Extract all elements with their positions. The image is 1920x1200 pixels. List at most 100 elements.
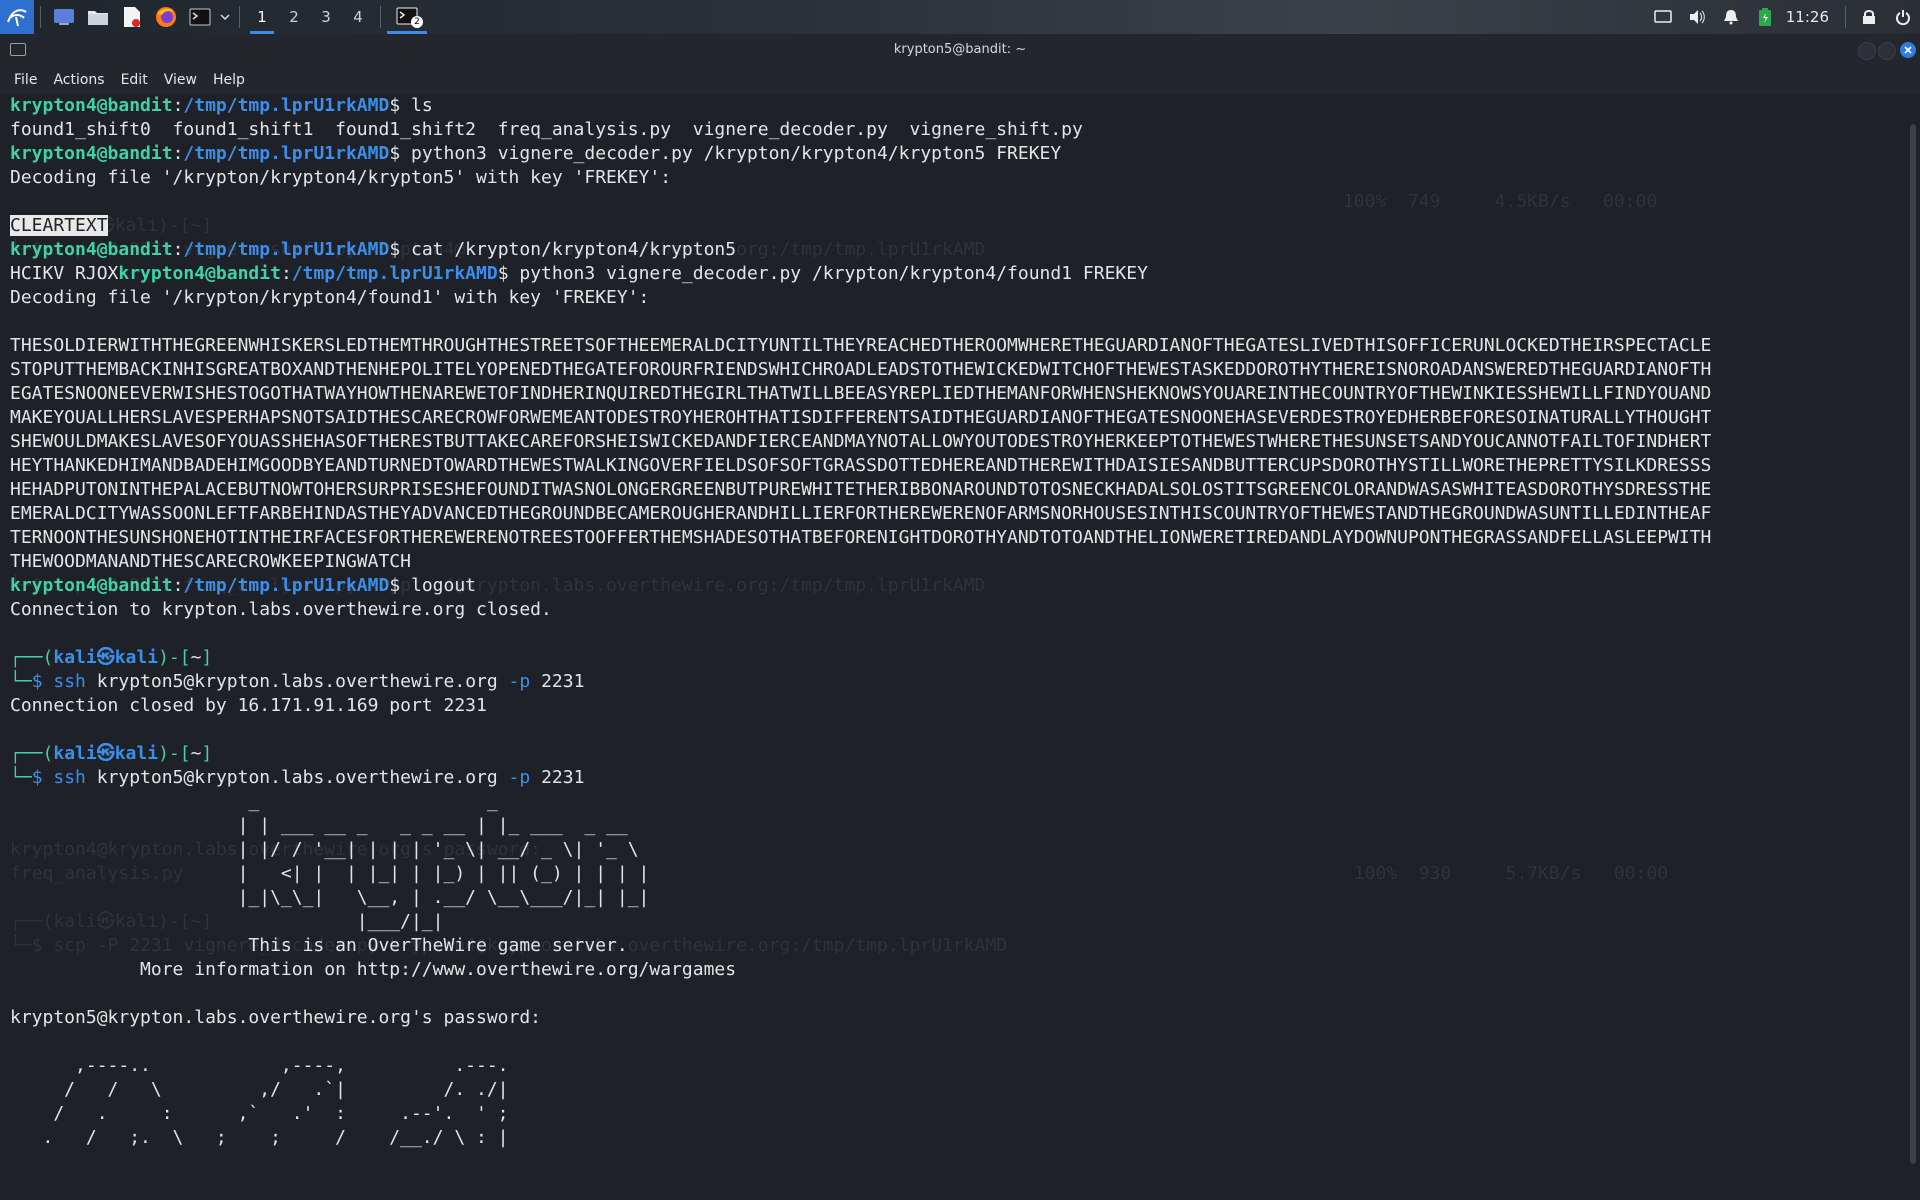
terminal-line: . / ;. \ ; ; / /__./ \ : | (10, 1126, 1711, 1150)
command-text: ls (411, 95, 433, 116)
close-button[interactable] (1900, 42, 1916, 58)
terminal-line: MAKEYOUALLHERSLAVESPERHAPSNOTSAIDTHESCAR… (10, 406, 1711, 430)
output-text: Connection closed by 16.171.91.169 port … (10, 695, 487, 716)
output-text: ,----.. ,----, .---. (10, 1055, 509, 1076)
terminal-line: ┌──(kali㉿kali)-[~] (10, 646, 1711, 670)
terminal-task-button[interactable]: 2 (387, 0, 427, 34)
window-count-badge: 2 (411, 16, 423, 28)
output-text: / . : ,` .' : .--'. ' ; (10, 1103, 509, 1124)
terminal-scrollbar[interactable] (1904, 94, 1920, 1200)
menu-view[interactable]: View (156, 72, 205, 88)
output-text: EGATESNOONEEVERWISHESTOGOTHATWAYHOWTHENA… (10, 383, 1712, 404)
kali-prompt-user-host: kali㉿kali (53, 647, 159, 668)
terminal-line: HEYTHANKEDHIMANDBADEHIMGOODBYEANDTURNEDT… (10, 454, 1711, 478)
prompt-symbol: $ (389, 239, 411, 260)
terminal-line: HEHADPUTONINTHEPALACEBUTNOWTOHERSURPRISE… (10, 478, 1711, 502)
terminal-line: | <| | | |_| | |_) | || (_) | | | | (10, 862, 1711, 886)
command-argument: krypton5@krypton.labs.overthewire.org (96, 767, 509, 788)
prompt-path: /tmp/tmp.lprU1rkAMD (183, 143, 390, 164)
terminal-line: |___/|_| (10, 910, 1711, 934)
close-icon (1904, 46, 1912, 54)
panel-separator (380, 6, 381, 28)
terminal-line: HCIKV RJOXkrypton4@bandit:/tmp/tmp.lprU1… (10, 262, 1711, 286)
prompt-symbol: $ (389, 143, 411, 164)
prompt-path: /tmp/tmp.lprU1rkAMD (183, 575, 390, 596)
panel-separator (40, 6, 41, 28)
firefox-icon[interactable] (149, 0, 183, 34)
scrollbar-thumb[interactable] (1910, 124, 1916, 1164)
output-text: HCIKV RJOX (10, 263, 119, 284)
prompt-path: /tmp/tmp.lprU1rkAMD (183, 95, 390, 116)
power-icon[interactable] (1886, 0, 1920, 34)
maximize-button[interactable] (1878, 42, 1896, 60)
command-argument: 2231 (541, 671, 585, 692)
terminal-launcher-icon[interactable] (183, 0, 217, 34)
battery-icon[interactable] (1748, 0, 1782, 34)
menu-bar: File Actions Edit View Help (0, 66, 1920, 94)
window-titlebar[interactable]: krypton5@bandit: ~ (0, 34, 1920, 66)
selected-text: CLEARTEXT (10, 215, 108, 236)
output-text: |_|\_\_| \__, | .__/ \__\___/|_| |_| (10, 887, 650, 908)
text-editor-icon[interactable] (115, 0, 149, 34)
menu-help[interactable]: Help (205, 72, 253, 88)
terminal-line: This is an OverTheWire game server. (10, 934, 1711, 958)
output-text: THESOLDIERWITHTHEGREENWHISKERSLEDTHEMTHR… (10, 335, 1712, 356)
prompt-separator: : (172, 143, 184, 164)
output-text: HEYTHANKEDHIMANDBADEHIMGOODBYEANDTURNEDT… (10, 455, 1712, 476)
window-title: krypton5@bandit: ~ (893, 42, 1027, 57)
workspace-4[interactable]: 4 (342, 0, 374, 34)
notifications-bell-icon[interactable] (1714, 0, 1748, 34)
terminal-output[interactable]: 100% 749 4.5KB/s 00:00 ┌──(kali㉿kali)-[~]… (0, 94, 1904, 1200)
volume-icon[interactable] (1680, 0, 1714, 34)
lock-screen-icon[interactable] (1852, 0, 1886, 34)
prompt-user-host: krypton4@bandit (10, 239, 173, 260)
output-text: This is an OverTheWire game server. (10, 935, 628, 956)
workspace-1[interactable]: 1 (246, 0, 278, 34)
output-text: TERNOONTHESUNSHONEHOTINTHEIRFACESFORTHER… (10, 527, 1712, 548)
terminal-line: krypton4@bandit:/tmp/tmp.lprU1rkAMD$ pyt… (10, 142, 1711, 166)
top-panel: 1 2 3 4 2 11:26 (0, 0, 1920, 34)
menu-actions[interactable]: Actions (45, 72, 112, 88)
file-manager-icon[interactable] (81, 0, 115, 34)
terminal-line: ┌──(kali㉿kali)-[~] (10, 742, 1711, 766)
terminal-line: STOPUTTHEMBACKINHISGREATBOXANDTHENHEPOLI… (10, 358, 1711, 382)
output-text: HEHADPUTONINTHEPALACEBUTNOWTOHERSURPRISE… (10, 479, 1712, 500)
prompt-symbol: $ (389, 575, 411, 596)
output-text: Decoding file '/krypton/krypton4/found1'… (10, 287, 650, 308)
command-argument: krypton5@krypton.labs.overthewire.org (96, 671, 509, 692)
terminal-line: THESOLDIERWITHTHEGREENWHISKERSLEDTHEMTHR… (10, 334, 1711, 358)
terminal-line: krypton4@bandit:/tmp/tmp.lprU1rkAMD$ ls (10, 94, 1711, 118)
kali-prompt-frame: ] (201, 647, 213, 668)
terminal-line: └─$ ssh krypton5@krypton.labs.overthewir… (10, 670, 1711, 694)
show-desktop-icon[interactable] (47, 0, 81, 34)
command-flag: -p (508, 767, 542, 788)
menu-file[interactable]: File (6, 72, 45, 88)
prompt-user-host: krypton4@bandit (10, 575, 173, 596)
panel-separator (239, 6, 240, 28)
clock[interactable]: 11:26 (1782, 8, 1839, 26)
output-text: . / ;. \ ; ; / /__./ \ : | (10, 1127, 509, 1148)
prompt-separator: : (172, 575, 184, 596)
kali-prompt-frame: ] (201, 743, 213, 764)
terminal-line: / / \ ,/ .`| /. ./| (10, 1078, 1711, 1102)
terminal-line: | | ___ __ _ _ _ __ | |_ ___ _ __ (10, 814, 1711, 838)
workspace-2[interactable]: 2 (278, 0, 310, 34)
terminal-line: krypton5@krypton.labs.overthewire.org's … (10, 1006, 1711, 1030)
chevron-down-icon[interactable] (217, 0, 233, 34)
output-text: krypton5@krypton.labs.overthewire.org's … (10, 1007, 542, 1028)
minimize-button[interactable] (1858, 42, 1876, 60)
output-text: _ _ (10, 791, 498, 812)
kali-menu-icon[interactable] (0, 0, 34, 34)
kali-prompt-frame: )-[ (158, 743, 191, 764)
workspace-3[interactable]: 3 (310, 0, 342, 34)
output-text: Connection to krypton.labs.overthewire.o… (10, 599, 552, 620)
menu-edit[interactable]: Edit (113, 72, 156, 88)
output-text: found1_shift0 found1_shift1 found1_shift… (10, 119, 1083, 140)
terminal-line: EGATESNOONEEVERWISHESTOGOTHATWAYHOWTHENA… (10, 382, 1711, 406)
output-text: THEWOODMANANDTHESCARECROWKEEPINGWATCH (10, 551, 411, 572)
display-icon[interactable] (1646, 0, 1680, 34)
